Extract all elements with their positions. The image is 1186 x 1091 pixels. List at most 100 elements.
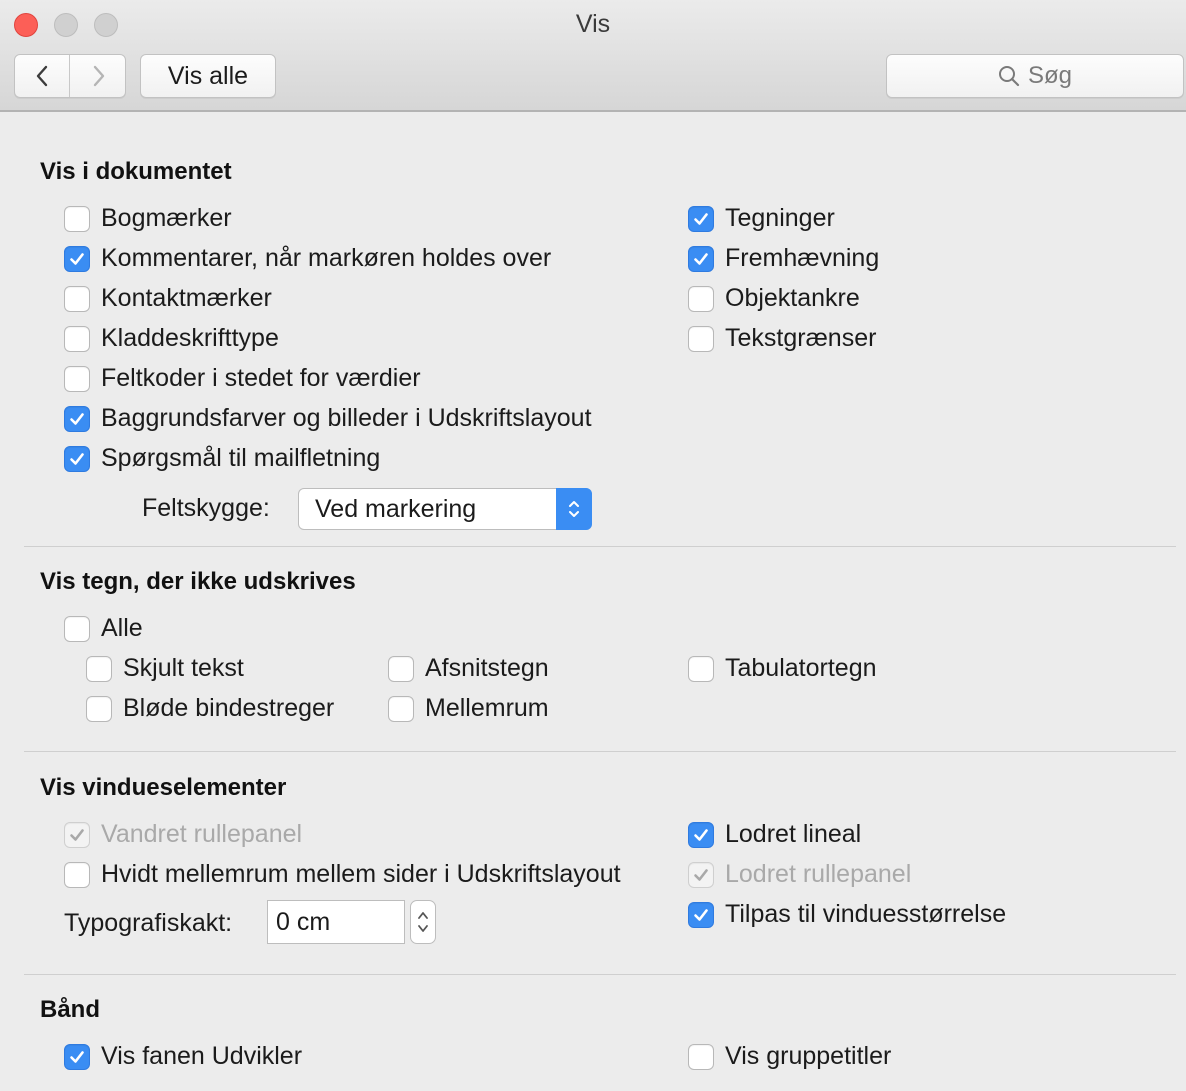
checkbox-box [688, 655, 714, 682]
checkbox-optional-hyphens[interactable]: Bløde bindestreger [86, 694, 334, 723]
checkbox-vertical-scrollbar: Lodret rullepanel [688, 860, 911, 889]
checkmark-icon [694, 212, 708, 225]
search-field[interactable]: Søg [886, 54, 1184, 98]
checkbox-show-group-titles[interactable]: Vis gruppetitler [688, 1042, 891, 1071]
checkbox-box [64, 285, 90, 312]
show-all-button[interactable]: Vis alle [140, 54, 276, 98]
chevron-right-icon [93, 65, 104, 87]
checkmark-icon [70, 412, 84, 425]
checkbox-box [64, 365, 90, 392]
checkbox-label: Vis gruppetitler [725, 1042, 892, 1070]
search-icon [998, 66, 1020, 87]
checkbox-box [688, 285, 714, 312]
checkbox-label: Bogmærker [101, 204, 232, 232]
checkbox-box [64, 205, 90, 232]
checkbox-hidden-text[interactable]: Skjult tekst [86, 654, 244, 683]
checkbox-label: Feltkoder i stedet for værdier [101, 364, 421, 392]
checkbox-label: Spørgsmål til mailfletning [101, 444, 381, 472]
checkbox-label: Kontaktmærker [101, 284, 272, 312]
checkbox-label: Tilpas til vinduesstørrelse [725, 900, 1007, 928]
checkbox-box [64, 861, 90, 888]
checkbox-comments-on-hover[interactable]: Kommentarer, når markøren holdes over [64, 244, 551, 273]
style-area-input[interactable]: 0 cm [267, 900, 405, 944]
toolbar: Vis Vis alle Søg [0, 0, 1186, 112]
checkbox-box [64, 245, 90, 272]
checkmark-icon [70, 252, 84, 265]
checkbox-paragraph-marks[interactable]: Afsnitstegn [388, 654, 549, 683]
checkbox-label: Lodret rullepanel [725, 860, 912, 888]
checkbox-box [688, 901, 714, 928]
divider [24, 974, 1176, 975]
section-title-window-elements: Vis vindueselementer [40, 774, 287, 801]
checkbox-spaces[interactable]: Mellemrum [388, 694, 549, 723]
checkbox-draft-font[interactable]: Kladdeskrifttype [64, 324, 279, 353]
checkbox-label: Baggrundsfarver og billeder i Udskriftsl… [101, 404, 592, 432]
checkbox-contact-tags[interactable]: Kontaktmærker [64, 284, 272, 313]
checkmark-icon [70, 1050, 84, 1063]
checkbox-drawings[interactable]: Tegninger [688, 204, 835, 233]
checkbox-label: Bløde bindestreger [123, 694, 335, 722]
checkbox-vertical-ruler[interactable]: Lodret lineal [688, 820, 861, 849]
checkbox-box [64, 821, 90, 848]
chevron-up-down-icon [556, 488, 592, 530]
checkbox-all-nonprinting[interactable]: Alle [64, 614, 143, 643]
checkbox-box [86, 695, 112, 722]
checkbox-tab-characters[interactable]: Tabulatortegn [688, 654, 877, 683]
checkmark-icon [694, 908, 708, 921]
checkbox-box [688, 245, 714, 272]
checkbox-label: Kladdeskrifttype [101, 324, 279, 352]
checkmark-icon [694, 252, 708, 265]
checkbox-label: Tabulatortegn [725, 654, 877, 682]
checkbox-box [688, 1043, 714, 1070]
section-title-document: Vis i dokumentet [40, 158, 232, 185]
checkbox-label: Tekstgrænser [725, 324, 877, 352]
checkbox-box [64, 325, 90, 352]
checkbox-box [86, 655, 112, 682]
checkbox-mail-merge-prompts[interactable]: Spørgsmål til mailfletning [64, 444, 380, 473]
back-button[interactable] [15, 55, 70, 97]
checkmark-icon [70, 828, 84, 841]
checkbox-label: Skjult tekst [123, 654, 244, 682]
checkbox-label: Objektankre [725, 284, 860, 312]
field-shading-label: Feltskygge: [142, 494, 270, 522]
checkbox-box [388, 655, 414, 682]
checkbox-white-space-between-pages[interactable]: Hvidt mellemrum mellem sider i Udskrifts… [64, 860, 621, 889]
checkbox-label: Vis fanen Udvikler [101, 1042, 303, 1070]
checkmark-icon [70, 452, 84, 465]
checkbox-box [64, 615, 90, 642]
checkmark-icon [694, 828, 708, 841]
window-title: Vis [575, 10, 611, 38]
checkbox-label: Alle [101, 614, 143, 642]
checkbox-label: Lodret lineal [725, 820, 862, 848]
checkbox-show-developer-tab[interactable]: Vis fanen Udvikler [64, 1042, 302, 1071]
field-shading-value: Ved markering [315, 494, 477, 523]
field-shading-select[interactable]: Ved markering [298, 488, 592, 530]
stepper-arrows-icon [418, 912, 428, 932]
divider [24, 751, 1176, 752]
preferences-pane: Vis i dokumentet Bogmærker Kommentarer, … [0, 114, 1186, 1091]
section-title-ribbon: Bånd [40, 996, 100, 1023]
checkbox-box [688, 861, 714, 888]
checkbox-object-anchors[interactable]: Objektankre [688, 284, 860, 313]
style-area-stepper[interactable] [410, 900, 436, 944]
forward-button[interactable] [71, 55, 125, 97]
checkbox-box [688, 205, 714, 232]
checkbox-fit-to-window[interactable]: Tilpas til vinduesstørrelse [688, 900, 1006, 929]
checkbox-label: Vandret rullepanel [101, 820, 303, 848]
checkmark-icon [694, 868, 708, 881]
style-area-label: Typografiskakt: [64, 909, 233, 937]
checkbox-label: Afsnitstegn [425, 654, 549, 682]
section-title-nonprinting: Vis tegn, der ikke udskrives [40, 568, 356, 595]
checkbox-label: Mellemrum [425, 694, 549, 722]
checkbox-text-boundaries[interactable]: Tekstgrænser [688, 324, 876, 353]
divider [24, 546, 1176, 547]
checkbox-horizontal-scrollbar: Vandret rullepanel [64, 820, 302, 849]
checkbox-highlighting[interactable]: Fremhævning [688, 244, 879, 273]
checkbox-bookmarks[interactable]: Bogmærker [64, 204, 232, 233]
checkbox-field-codes[interactable]: Feltkoder i stedet for værdier [64, 364, 421, 393]
search-placeholder: Søg [1027, 62, 1072, 89]
checkbox-background-colors[interactable]: Baggrundsfarver og billeder i Udskriftsl… [64, 404, 592, 433]
checkbox-box [688, 325, 714, 352]
checkbox-box [64, 405, 90, 432]
navigation-buttons [14, 54, 126, 98]
